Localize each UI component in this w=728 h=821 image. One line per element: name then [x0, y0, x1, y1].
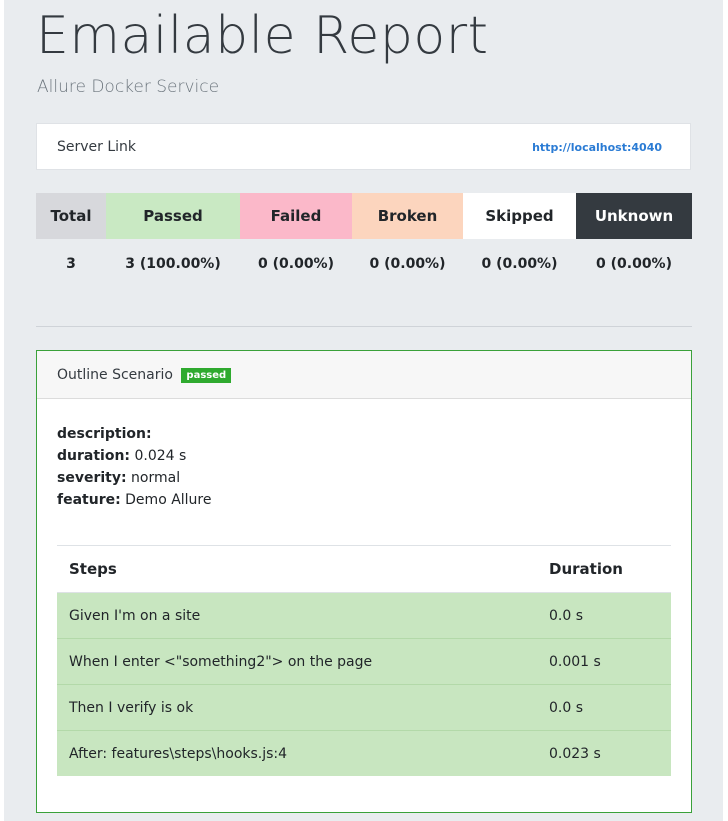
duration-value: 0.024 s	[134, 448, 187, 464]
step-row: After: features\steps\hooks.js:4 0.023 s	[57, 730, 671, 776]
server-link[interactable]: http://localhost:4040	[532, 141, 662, 154]
failed-value: 0 (0.00%)	[258, 256, 334, 272]
summary-header-row: Total Passed Failed Broken Skipped Unkno…	[36, 193, 692, 239]
feature-value: Demo Allure	[125, 492, 212, 508]
duration-column-header: Duration	[537, 546, 671, 593]
scenario-properties: description: duration: 0.024 s severity:…	[57, 423, 212, 511]
page-subtitle: Allure Docker Service	[37, 77, 220, 97]
feature-row: feature: Demo Allure	[57, 489, 212, 511]
failed-header: Failed	[240, 193, 352, 239]
step-row: Given I'm on a site 0.0 s	[57, 592, 671, 639]
feature-label: feature:	[57, 492, 121, 508]
severity-value: normal	[131, 470, 181, 486]
severity-row: severity: normal	[57, 467, 212, 489]
step-duration: 0.001 s	[537, 638, 671, 685]
summary-table: Total Passed Failed Broken Skipped Unkno…	[36, 193, 692, 289]
scenario-name: Outline Scenario	[57, 367, 173, 383]
step-duration: 0.023 s	[537, 730, 671, 776]
steps-column-header: Steps	[57, 546, 537, 593]
step-name: When I enter <"something2"> on the page	[57, 638, 537, 685]
total-header: Total	[36, 193, 106, 239]
duration-row: duration: 0.024 s	[57, 445, 212, 467]
passed-header: Passed	[106, 193, 240, 239]
section-divider	[36, 326, 692, 327]
unknown-header: Unknown	[576, 193, 692, 239]
report-page: Emailable Report Allure Docker Service S…	[4, 0, 723, 821]
scenario-title: Outline Scenario passed	[57, 367, 232, 383]
steps-table: Steps Duration Given I'm on a site 0.0 s…	[57, 546, 671, 776]
step-name: Given I'm on a site	[57, 592, 537, 639]
description-label: description:	[57, 426, 152, 442]
step-name: After: features\steps\hooks.js:4	[57, 730, 537, 776]
step-duration: 0.0 s	[537, 592, 671, 639]
unknown-value: 0 (0.00%)	[596, 256, 672, 272]
server-link-label: Server Link	[57, 139, 137, 155]
page-title: Emailable Report	[36, 6, 489, 66]
step-row: Then I verify is ok 0.0 s	[57, 684, 671, 731]
summary-values-row: 3 3 (100.00%) 0 (0.00%) 0 (0.00%) 0 (0.0…	[36, 239, 692, 289]
duration-label: duration:	[57, 448, 131, 464]
passed-value: 3 (100.00%)	[125, 256, 221, 272]
skipped-value: 0 (0.00%)	[481, 256, 558, 272]
server-link-card: Server Link http://localhost:4040	[36, 123, 691, 170]
broken-value: 0 (0.00%)	[369, 256, 446, 272]
skipped-header: Skipped	[463, 193, 576, 239]
step-name: Then I verify is ok	[57, 684, 537, 731]
steps-header-row: Steps Duration	[57, 546, 671, 593]
scenario-card: Outline Scenario passed description: dur…	[36, 350, 692, 813]
status-badge: passed	[181, 368, 232, 383]
description-row: description:	[57, 423, 212, 445]
scenario-header[interactable]: Outline Scenario passed	[37, 351, 691, 399]
severity-label: severity:	[57, 470, 127, 486]
total-value: 3	[66, 256, 76, 272]
step-duration: 0.0 s	[537, 684, 671, 731]
step-row: When I enter <"something2"> on the page …	[57, 638, 671, 685]
broken-header: Broken	[352, 193, 463, 239]
